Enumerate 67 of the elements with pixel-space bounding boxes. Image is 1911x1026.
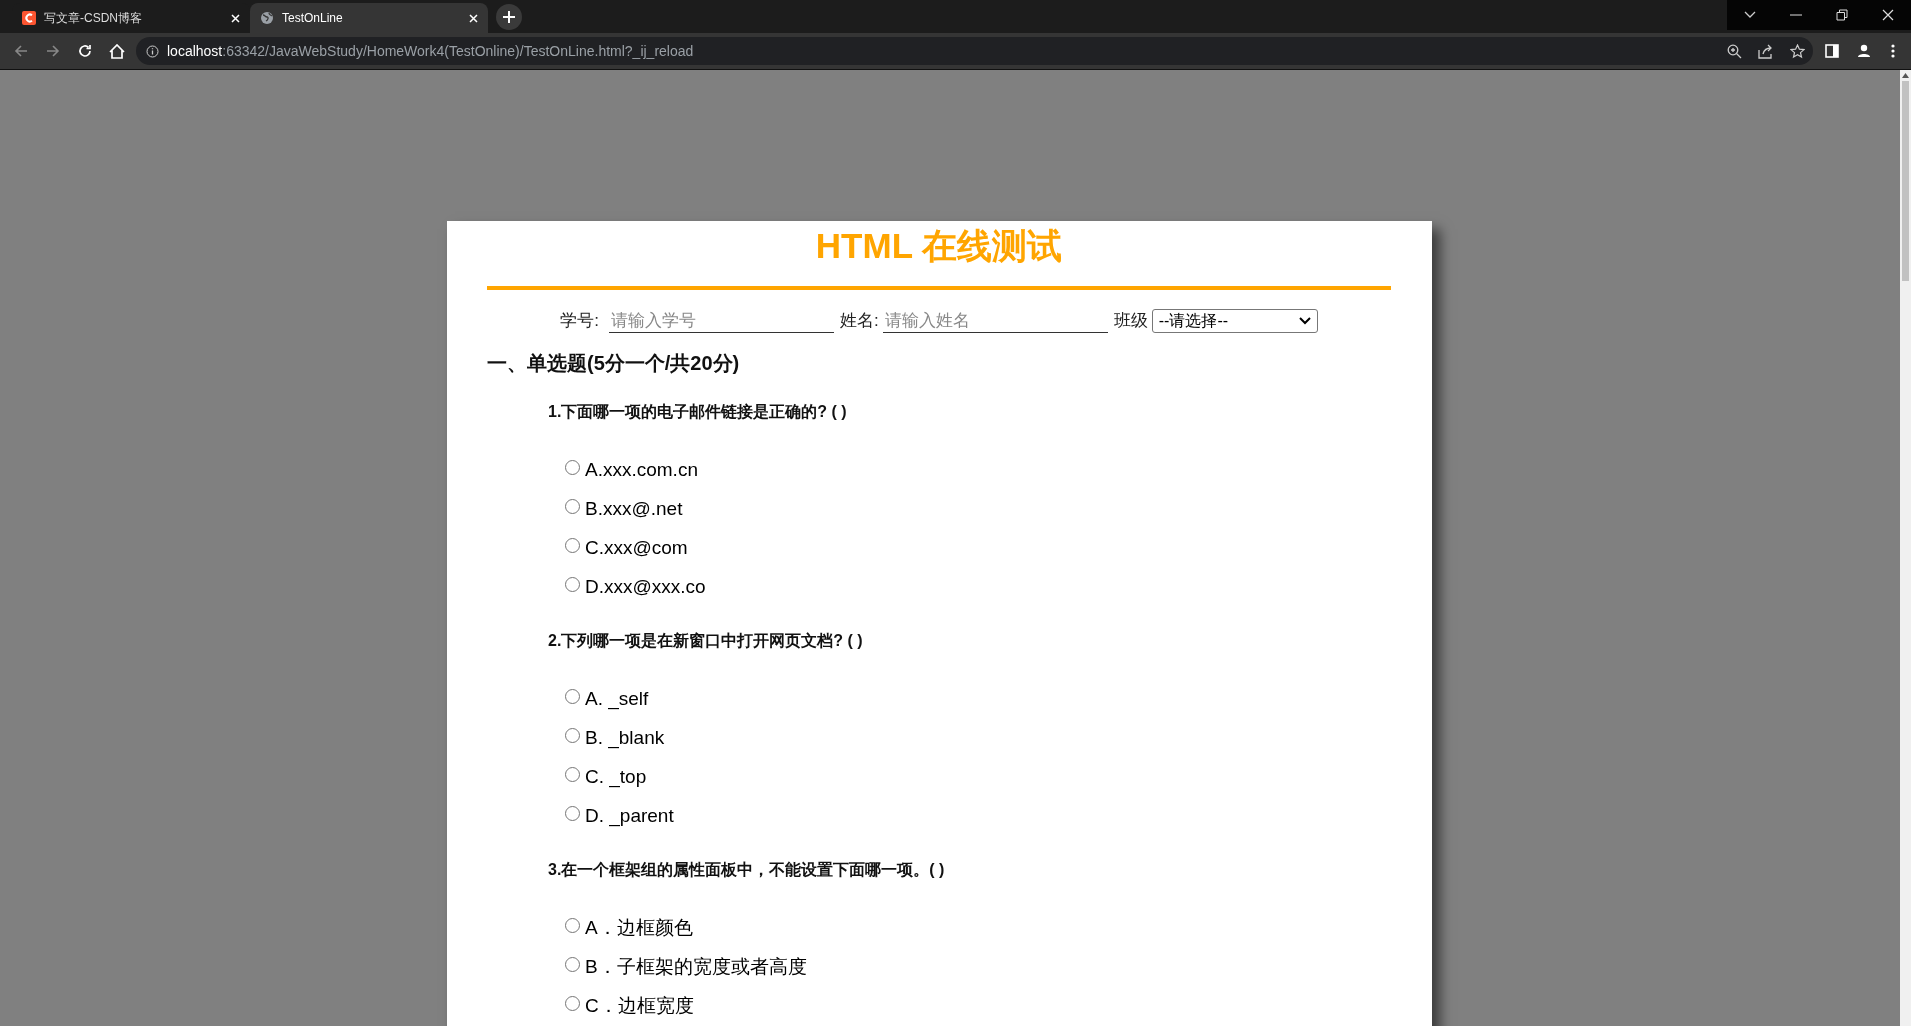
- option-text: B．子框架的宽度或者高度: [585, 955, 807, 980]
- csdn-logo-icon: [22, 11, 36, 25]
- field-label: 学号:: [560, 310, 599, 332]
- plus-icon: [502, 10, 516, 24]
- home-icon: [109, 43, 125, 59]
- chevron-down-icon: [1298, 316, 1311, 325]
- radio-button[interactable]: [565, 806, 580, 821]
- share-button[interactable]: [1758, 43, 1774, 59]
- radio-button[interactable]: [565, 577, 580, 592]
- minimize-icon: [1790, 14, 1802, 16]
- tab-search-button[interactable]: [1727, 0, 1773, 30]
- question-text: 1.下面哪一项的电子邮件链接是正确的? ( ): [548, 401, 848, 422]
- close-icon: [1882, 9, 1894, 21]
- tab-title: 写文章-CSDN博客: [44, 10, 142, 27]
- close-button[interactable]: [1865, 0, 1911, 30]
- restore-icon: [1836, 9, 1848, 21]
- chevron-down-icon: [1744, 11, 1756, 19]
- address-bar[interactable]: localhost:63342/JavaWebStudy/HomeWork4(TestOnline)/TestOnLine.html?_ij_reload: [136, 37, 1813, 65]
- zoom-button[interactable]: [1727, 43, 1742, 59]
- radio-button[interactable]: [565, 957, 580, 972]
- radio-button[interactable]: [565, 767, 580, 782]
- url-text: localhost:63342/JavaWebStudy/HomeWork4(TestOnline)/TestOnLine.html?_ij_reload: [167, 41, 694, 61]
- star-icon: [1790, 43, 1805, 59]
- question-text: 2.下列哪一项是在新窗口中打开网页文档? ( ): [548, 630, 864, 651]
- tab-title: TestOnLine: [282, 10, 343, 27]
- radio-button[interactable]: [565, 728, 580, 743]
- option-text: A. _self: [585, 687, 649, 712]
- radio-button[interactable]: [565, 538, 580, 553]
- page-title: HTML 在线测试: [815, 225, 1063, 267]
- reload-icon: [78, 44, 92, 58]
- share-icon: [1758, 43, 1774, 59]
- close-icon[interactable]: [231, 13, 240, 23]
- select-label: 班级: [1113, 310, 1148, 332]
- profile-icon: [1857, 44, 1871, 58]
- info-icon: [146, 44, 159, 58]
- option-text: C.xxx@com: [585, 536, 688, 561]
- scrollbar-thumb[interactable]: [1902, 81, 1909, 281]
- bookmark-button[interactable]: [1790, 43, 1805, 59]
- scroll-up-icon: [1902, 73, 1909, 78]
- option-text: B.xxx@.net: [585, 497, 683, 522]
- globe-icon: [260, 11, 274, 25]
- field-label: 姓名:: [840, 310, 879, 332]
- option-text: D.xxx@xxx.co: [585, 575, 706, 600]
- option-text: A．边框颜色: [585, 916, 693, 941]
- side-panel-icon: [1825, 44, 1839, 58]
- close-icon[interactable]: [469, 13, 478, 23]
- radio-button[interactable]: [565, 918, 580, 933]
- zoom-icon: [1727, 43, 1742, 59]
- section-heading: 一、单选题(5分一个/共20分): [487, 350, 741, 376]
- radio-button[interactable]: [565, 460, 580, 475]
- option-text: B. _blank: [585, 726, 665, 751]
- new-tab-button[interactable]: [496, 4, 522, 30]
- option-text: C. _top: [585, 765, 647, 790]
- question-text: 3.在一个框架组的属性面板中，不能设置下面哪一项。( ): [548, 859, 946, 880]
- radio-button[interactable]: [565, 689, 580, 704]
- forward-icon: [46, 44, 60, 58]
- radio-button[interactable]: [565, 499, 580, 514]
- radio-button[interactable]: [565, 996, 580, 1011]
- option-text: D. _parent: [585, 804, 674, 829]
- browser-tab[interactable]: TestOnLine: [250, 3, 488, 33]
- text-input[interactable]: 请输入姓名: [882, 308, 1108, 333]
- option-text: C．边框宽度: [585, 994, 694, 1019]
- class-dropdown[interactable]: --请选择--: [1151, 308, 1318, 333]
- menu-icon: [1891, 44, 1895, 58]
- option-text: A.xxx.com.cn: [585, 458, 698, 483]
- back-icon: [14, 44, 28, 58]
- text-input[interactable]: 请输入学号: [609, 308, 834, 333]
